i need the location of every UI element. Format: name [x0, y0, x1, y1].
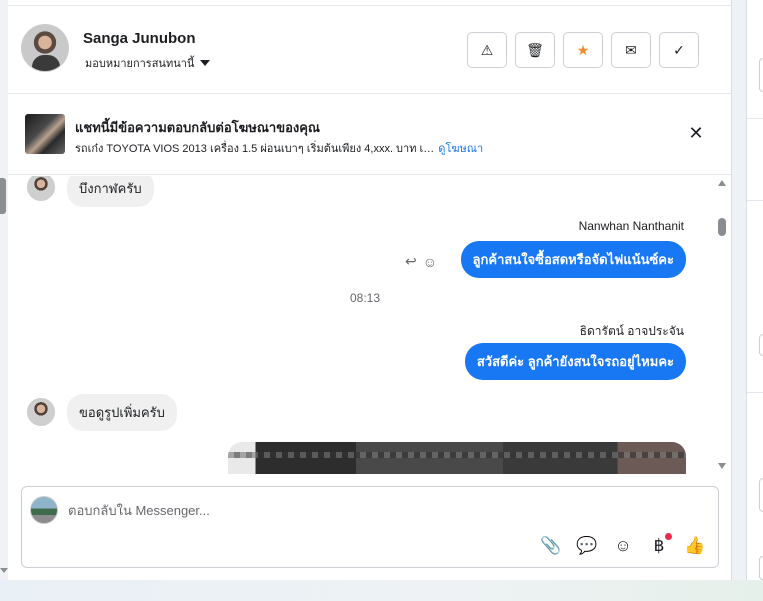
bottom-background [0, 580, 763, 601]
message-timestamp: 08:13 [350, 291, 381, 305]
conversation-panel: Sanga Junubon มอบหมายการสนทนานี้ ⚠ 🗑 ★ ✉… [8, 0, 732, 580]
mark-unread-button[interactable]: ✉ [611, 32, 651, 68]
scroll-down-arrow[interactable] [718, 463, 726, 469]
attachment-icon[interactable]: 📎 [540, 535, 562, 557]
panel-divider [747, 392, 763, 393]
page-avatar [30, 496, 58, 524]
mark-spam-button[interactable]: ⚠ [467, 32, 507, 68]
outgoing-message: สวัสดีค่ะ ลูกค้ายังสนใจรถอยู่ไหมคะ [464, 343, 686, 380]
incoming-message: บึงกาฬครับ [67, 176, 154, 207]
like-icon[interactable]: 👍 [684, 535, 706, 557]
ad-reply-banner: แชทนี้มีข้อความตอบกลับต่อโฆษณาของคุณ รถเ… [8, 95, 731, 175]
message-sender: ธิดารัตน์ อาจประจัน [579, 324, 684, 338]
reply-composer: 📎 💬 ☺ ฿ 👍 [21, 486, 719, 568]
contact-name[interactable]: Sanga Junubon [83, 30, 196, 47]
emoji-icon[interactable]: ☺ [612, 535, 634, 557]
composer-toolbar: 📎 💬 ☺ ฿ 👍 [540, 533, 706, 557]
assign-conversation-label: มอบหมายการสนทนานี้ [85, 58, 195, 70]
react-emoji-icon[interactable]: ☺ [423, 254, 437, 270]
mail-icon: ✉ [625, 41, 637, 58]
left-collapse-handle[interactable] [0, 178, 6, 214]
baht-payment-button[interactable]: ฿ [648, 533, 672, 557]
panel-field[interactable] [759, 478, 763, 512]
baht-icon: ฿ [653, 536, 665, 555]
scroll-thumb[interactable] [718, 218, 726, 236]
panel-divider [747, 200, 763, 201]
outgoing-message: ลูกค้าสนใจซื้อสดหรือจัดไฟแน้นซ์คะ [460, 241, 686, 278]
ad-thumbnail[interactable] [25, 114, 65, 154]
reply-icon[interactable]: ↩ [405, 253, 417, 270]
message-list: บึงกาฬครับ Nanwhan Nanthanit ↩ ☺ ลูกค้าส… [8, 176, 720, 474]
warning-icon: ⚠ [480, 41, 494, 58]
ad-banner-description: รถเก๋ง TOYOTA VIOS 2013 เครื่อง 1.5 ผ่อน… [75, 139, 483, 157]
star-icon: ★ [576, 41, 590, 58]
panel-field[interactable] [759, 556, 763, 580]
contact-avatar-small [27, 176, 55, 201]
view-ad-link[interactable]: ดูโฆษณา [438, 143, 483, 155]
message-tools: ↩ ☺ [405, 253, 437, 270]
left-scroll-down-arrow[interactable] [0, 568, 8, 573]
conversation-header: Sanga Junubon มอบหมายการสนทนานี้ ⚠ 🗑 ★ ✉… [8, 6, 731, 94]
contact-avatar[interactable] [21, 24, 69, 72]
ad-banner-title: แชทนี้มีข้อความตอบกลับต่อโฆษณาของคุณ [75, 120, 320, 135]
left-collapse-strip [0, 0, 8, 578]
panel-divider [747, 118, 763, 119]
ad-description-text: รถเก๋ง TOYOTA VIOS 2013 เครื่อง 1.5 ผ่อน… [75, 143, 435, 155]
chat-scrollbar[interactable] [716, 176, 728, 474]
panel-field[interactable] [759, 334, 763, 356]
panel-field[interactable] [759, 58, 763, 92]
incoming-message: ขอดูรูปเพิ่มครับ [67, 394, 177, 431]
caret-down-icon [200, 60, 211, 66]
right-details-panel [746, 0, 763, 580]
mark-done-button[interactable]: ✓ [659, 32, 699, 68]
assign-conversation-dropdown[interactable]: มอบหมายการสนทนานี้ [85, 54, 211, 72]
message-sender: Nanwhan Nanthanit [578, 219, 684, 233]
scroll-up-arrow[interactable] [718, 180, 726, 186]
trash-icon: 🗑 [526, 41, 544, 58]
check-icon: ✓ [673, 41, 685, 58]
delete-button[interactable]: 🗑 [515, 32, 555, 68]
chat-bubble-icon[interactable]: 💬 [576, 535, 598, 557]
close-icon[interactable]: ✕ [686, 123, 706, 143]
star-button[interactable]: ★ [563, 32, 603, 68]
image-attachment[interactable] [228, 442, 686, 474]
contact-avatar-small [27, 398, 55, 426]
notification-dot [665, 533, 672, 540]
header-actions: ⚠ 🗑 ★ ✉ ✓ [467, 32, 699, 68]
reply-input[interactable] [68, 499, 668, 521]
